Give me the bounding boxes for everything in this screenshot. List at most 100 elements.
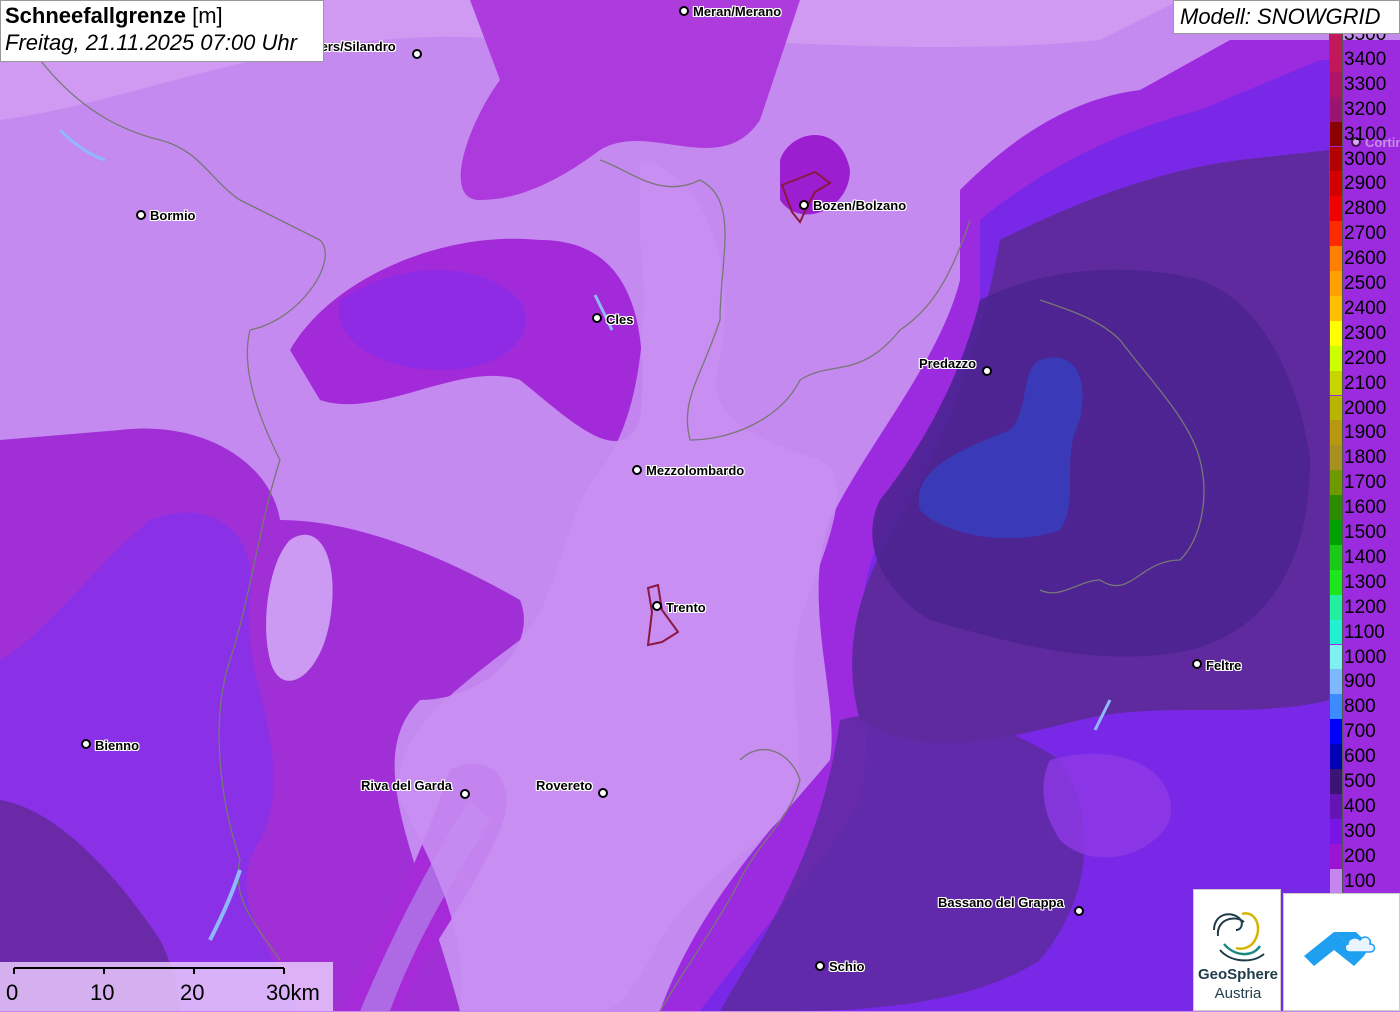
city-marker[interactable] (1192, 659, 1202, 669)
legend-entry: 3100 (1329, 121, 1400, 147)
legend-swatch (1329, 495, 1343, 520)
legend-entry: 2800 (1329, 196, 1400, 222)
city-label[interactable]: Bormio (150, 208, 196, 223)
legend-swatch (1329, 71, 1343, 97)
legend-swatch (1329, 868, 1343, 894)
legend-swatch (1329, 271, 1343, 296)
city-label[interactable]: Rovereto (536, 778, 592, 793)
city-label[interactable]: Cles (606, 312, 633, 327)
legend-entry: 700 (1329, 719, 1400, 745)
legend-swatch (1329, 246, 1343, 271)
city-label[interactable]: Mezzolombardo (646, 463, 744, 478)
legend-entry: 300 (1329, 818, 1400, 844)
legend-label: 1800 (1344, 447, 1387, 469)
legend-entry: 1900 (1329, 420, 1400, 446)
legend-entry: 600 (1329, 744, 1400, 769)
geosphere-logo[interactable]: GeoSphere Austria (1193, 889, 1281, 1011)
scale-label: 0 (6, 980, 19, 1005)
city-label[interactable]: Feltre (1206, 658, 1241, 673)
city-marker[interactable] (81, 739, 91, 749)
legend-entry: 1100 (1329, 619, 1400, 645)
snowflake-arrow-icon (1304, 932, 1376, 966)
legend-label: 1500 (1344, 522, 1387, 543)
city-marker[interactable] (460, 789, 470, 799)
city-label[interactable]: Predazzo (919, 356, 976, 371)
legend-entry: 2100 (1329, 370, 1400, 396)
legend-label: 1300 (1344, 571, 1387, 593)
city-marker[interactable] (592, 313, 602, 323)
legend-label: 2800 (1344, 198, 1387, 220)
city-label[interactable]: Bienno (95, 738, 139, 753)
legend-entry: 1300 (1329, 569, 1400, 595)
scale-label: 20 (180, 980, 205, 1005)
city-marker[interactable] (799, 200, 809, 210)
scale-label: 10 (90, 980, 115, 1005)
city-marker[interactable] (815, 961, 825, 971)
legend-entry: 1400 (1329, 544, 1400, 570)
legend-swatch (1329, 619, 1343, 645)
city-label[interactable]: Riva del Garda (361, 778, 452, 793)
city-label[interactable]: Bozen/Bolzano (813, 198, 906, 213)
legend-swatch (1329, 769, 1343, 794)
legend-label: 2900 (1344, 173, 1387, 195)
legend-label: 3200 (1344, 98, 1387, 120)
legend-label: 2100 (1344, 372, 1387, 394)
city-label[interactable]: Bassano del Grappa (938, 895, 1064, 910)
legend-swatch (1329, 320, 1343, 346)
legend-swatch (1329, 818, 1343, 844)
scale-bar: 0 10 20 30km (0, 962, 333, 1011)
city-marker[interactable] (982, 366, 992, 376)
geosphere-name: GeoSphere (1197, 966, 1279, 983)
legend: 3500 3400 3300 3200 3100 3000 2900 2800 2700 2600… (1329, 22, 1400, 894)
legend-entry: 800 (1329, 694, 1400, 720)
legend-label: 1700 (1344, 472, 1387, 494)
city-marker[interactable] (598, 788, 608, 798)
legend-swatch (1329, 171, 1343, 197)
legend-label: 3300 (1344, 73, 1387, 95)
legend-label: 600 (1344, 746, 1376, 768)
legend-swatch (1329, 744, 1343, 769)
legend-swatch (1329, 843, 1343, 869)
city-marker[interactable] (412, 49, 422, 59)
legend-entry: 2400 (1329, 295, 1400, 321)
legend-swatch (1329, 470, 1343, 496)
legend-label: 300 (1344, 820, 1376, 842)
city-label[interactable]: Schio (829, 959, 864, 974)
legend-entry: 3200 (1329, 96, 1400, 122)
legend-entry: 100 (1329, 868, 1400, 894)
legend-entry: 2200 (1329, 345, 1400, 371)
legend-swatch (1329, 569, 1343, 595)
city-marker[interactable] (632, 465, 642, 475)
snowfall-line-map[interactable] (0, 0, 1400, 1011)
legend-label: 1400 (1344, 546, 1387, 568)
legend-swatch (1329, 96, 1343, 122)
legend-entry: 2900 (1329, 171, 1400, 197)
legend-swatch (1329, 46, 1343, 72)
legend-label: 100 (1344, 870, 1376, 892)
geosphere-country: Austria (1214, 985, 1262, 1002)
legend-entry: 200 (1329, 843, 1400, 869)
city-marker[interactable] (652, 601, 662, 611)
legend-label: 3000 (1344, 148, 1387, 170)
weather-app-logo[interactable] (1283, 893, 1400, 1011)
city-marker[interactable] (136, 210, 146, 220)
legend-label: 900 (1344, 671, 1376, 693)
city-label[interactable]: Trento (666, 600, 706, 615)
legend-swatch (1329, 694, 1343, 720)
legend-label: 2500 (1344, 273, 1387, 294)
legend-swatch (1329, 121, 1343, 147)
city-label[interactable]: Meran/Merano (693, 4, 781, 19)
legend-label: 1900 (1344, 422, 1387, 444)
city-marker[interactable] (679, 6, 689, 16)
legend-swatch (1329, 146, 1343, 172)
city-marker[interactable] (1074, 906, 1084, 916)
legend-entry: 2300 (1329, 320, 1400, 346)
legend-swatch (1329, 719, 1343, 745)
legend-swatch (1329, 295, 1343, 321)
legend-label: 3100 (1344, 123, 1387, 145)
legend-entry: 500 (1329, 769, 1400, 794)
legend-entry: 3000 (1329, 146, 1400, 172)
legend-label: 2300 (1344, 322, 1387, 344)
map-subtitle: Freitag, 21.11.2025 07:00 Uhr (5, 30, 297, 55)
legend-entry: 2000 (1329, 395, 1400, 421)
